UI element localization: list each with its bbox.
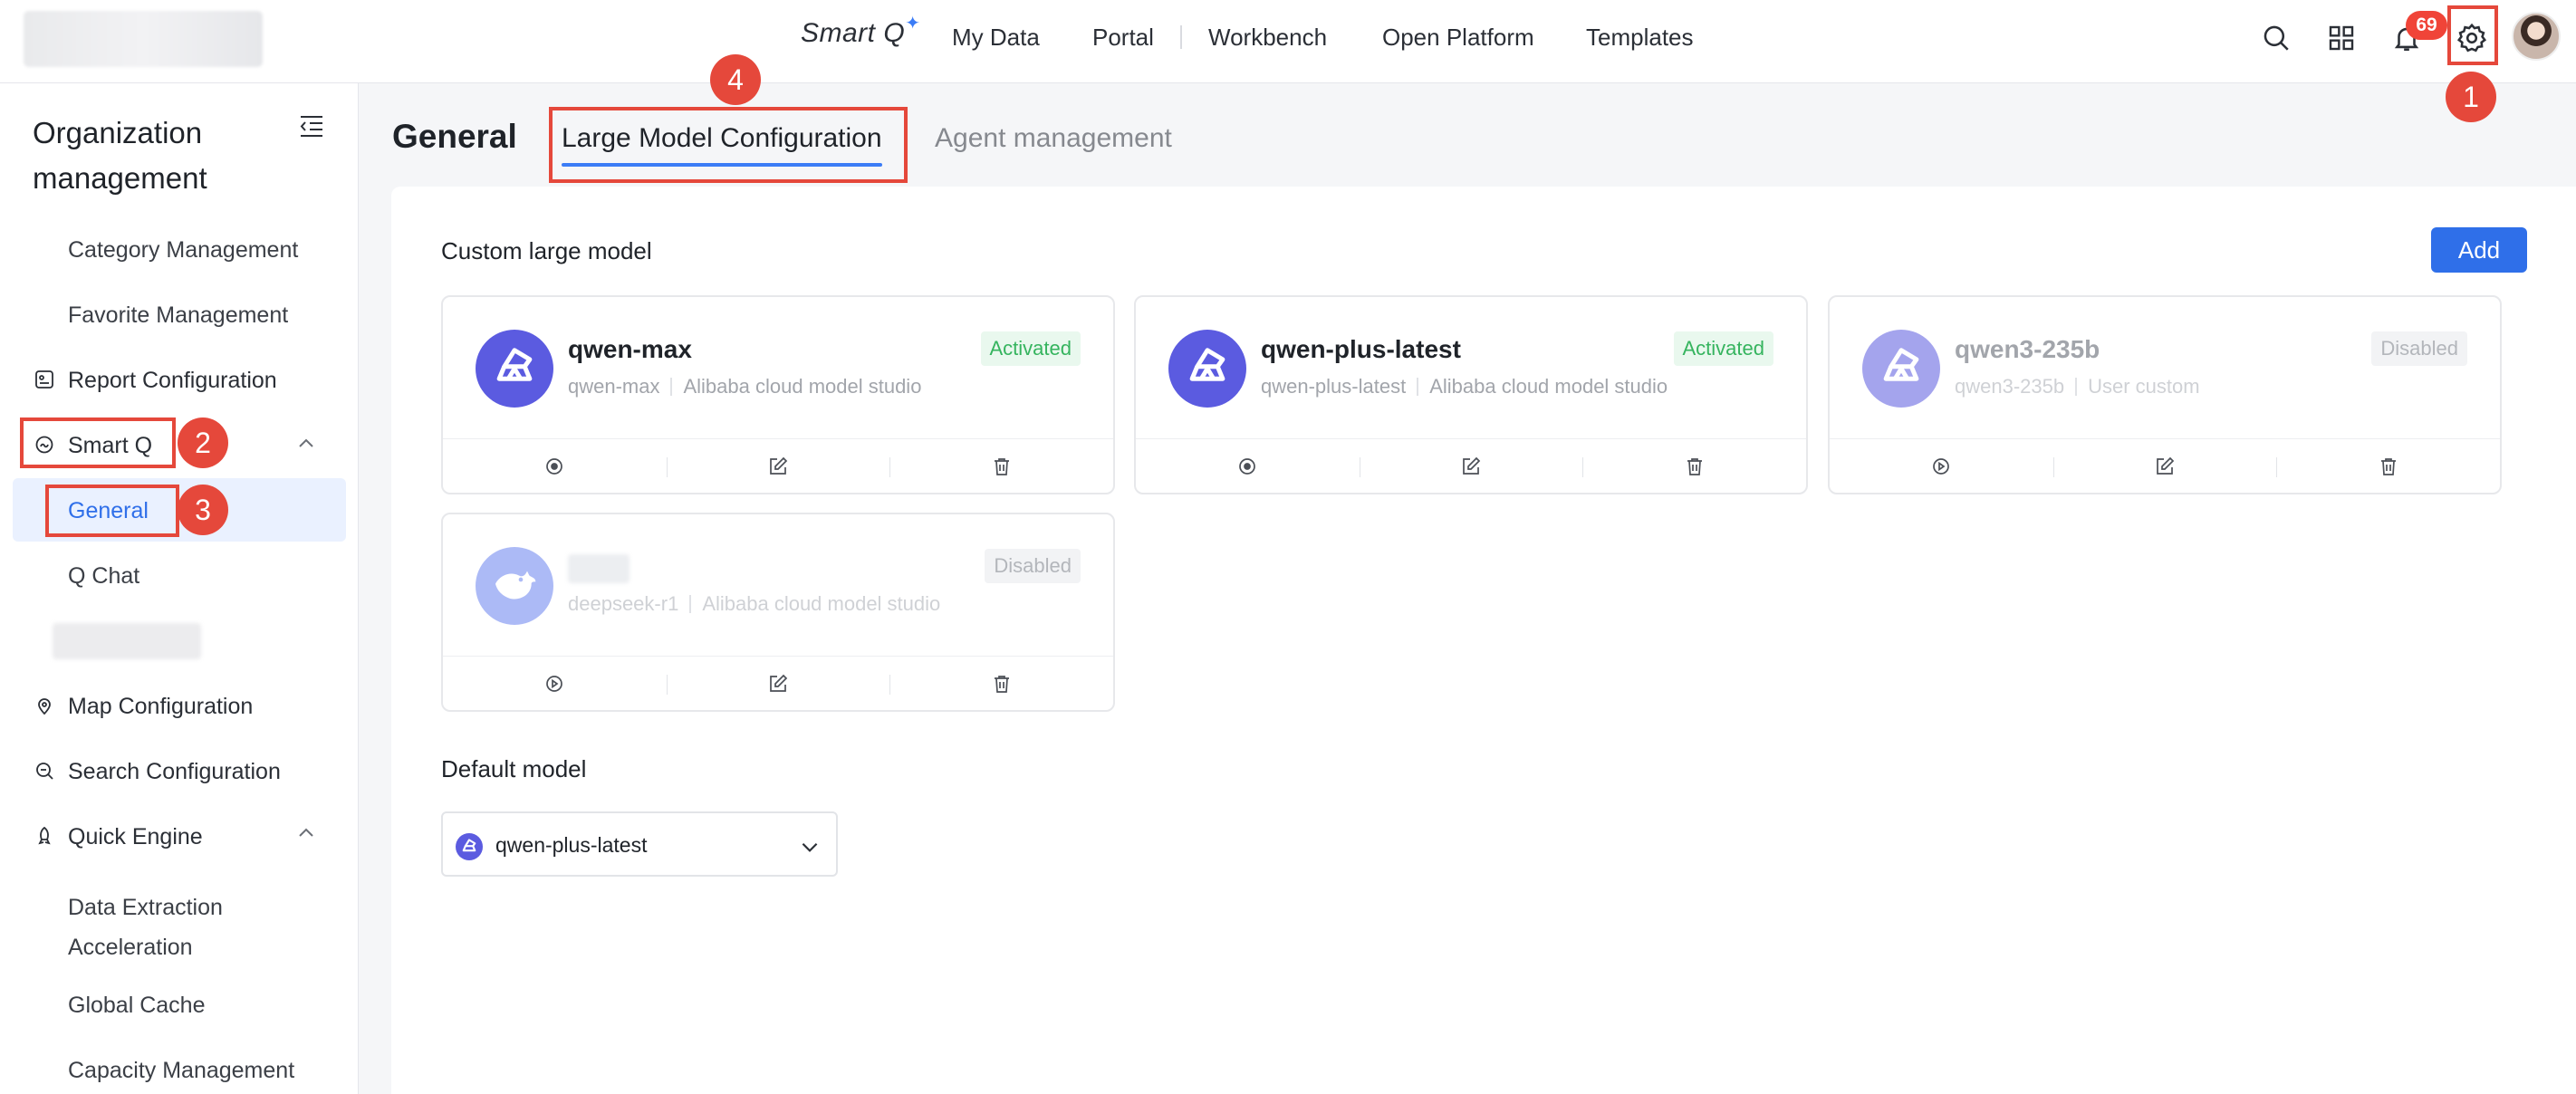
nav-my-data[interactable]: My Data xyxy=(952,24,1040,52)
sidebar-item-global-cache[interactable]: Global Cache xyxy=(68,993,205,1019)
sparkle-icon: ✦ xyxy=(905,14,921,34)
model-card: qwen-plus-latest qwen-plus-latest Alibaba… xyxy=(1134,295,1808,494)
model-provider: Alibaba cloud model studio xyxy=(683,375,922,398)
model-name: qwen3-235b xyxy=(1955,335,2100,363)
sidebar-item-search-configuration[interactable]: Search Configuration xyxy=(68,759,281,785)
sidebar-item-data-extraction-acceleration[interactable]: Data Extraction Acceleration xyxy=(68,888,294,967)
chevron-down-icon[interactable] xyxy=(798,835,822,863)
chevron-up-icon[interactable] xyxy=(295,433,317,455)
annotation-marker-2: 2 xyxy=(178,417,228,468)
nav-portal[interactable]: Portal xyxy=(1092,24,1154,52)
collapse-sidebar-icon[interactable] xyxy=(299,114,324,142)
sidebar-item-map-configuration[interactable]: Map Configuration xyxy=(68,694,253,720)
sidebar-item-capacity-management[interactable]: Capacity Management xyxy=(68,1058,294,1084)
model-card: deepseek-r1 Alibaba cloud model studio Di… xyxy=(441,513,1115,712)
model-card: qwen-max qwen-max Alibaba cloud model stu… xyxy=(441,295,1115,494)
chevron-up-icon[interactable] xyxy=(295,822,317,844)
model-id: deepseek-r1 xyxy=(568,592,679,615)
disable-toggle-icon[interactable] xyxy=(443,439,667,493)
model-name: qwen-max xyxy=(568,335,692,363)
card-actions xyxy=(443,656,1113,710)
model-meta: qwen-max Alibaba cloud model studio xyxy=(568,375,921,398)
sidebar-item-redacted[interactable] xyxy=(53,623,201,659)
qwen-logo-icon xyxy=(456,833,483,860)
model-id: qwen3-235b xyxy=(1955,375,2065,398)
annotation-marker-1: 1 xyxy=(2446,72,2496,122)
default-model-section-label: Default model xyxy=(441,755,587,782)
model-provider: Alibaba cloud model studio xyxy=(702,592,941,615)
sidebar-item-favorite-management[interactable]: Favorite Management xyxy=(68,302,288,329)
smart-q-brand[interactable]: Smart Q✦ xyxy=(801,14,920,49)
sidebar: Organization management Category Managem… xyxy=(0,83,359,1094)
sidebar-item-report-configuration[interactable]: Report Configuration xyxy=(68,368,277,394)
status-badge: Activated xyxy=(1673,331,1773,366)
enable-play-icon[interactable] xyxy=(443,657,667,710)
report-icon xyxy=(33,368,56,391)
annotation-box-tab xyxy=(549,107,908,183)
nav-templates[interactable]: Templates xyxy=(1586,24,1694,52)
nav-workbench[interactable]: Workbench xyxy=(1208,24,1327,52)
trash-icon[interactable] xyxy=(889,657,1113,710)
model-id: qwen-max xyxy=(568,375,660,398)
edit-icon[interactable] xyxy=(666,657,890,710)
status-badge: Disabled xyxy=(985,549,1081,583)
model-name-redacted xyxy=(568,554,630,583)
trash-icon[interactable] xyxy=(889,439,1113,493)
company-logo[interactable] xyxy=(24,11,263,67)
sidebar-title: Organization management xyxy=(33,116,207,195)
annotation-marker-4: 4 xyxy=(710,54,761,105)
annotation-box-settings xyxy=(2447,5,2498,65)
page-title: General xyxy=(392,118,517,155)
rocket-icon xyxy=(33,824,56,848)
card-actions xyxy=(443,438,1113,493)
model-name: qwen-plus-latest xyxy=(1261,335,1461,363)
model-meta: deepseek-r1 Alibaba cloud model studio xyxy=(568,592,940,616)
brand-text: Smart Q xyxy=(801,18,906,48)
top-bar: Smart Q✦ My Data Portal Workbench Open P… xyxy=(0,0,2576,83)
nav-open-platform[interactable]: Open Platform xyxy=(1382,24,1534,52)
enable-play-icon[interactable] xyxy=(1830,439,2053,493)
sidebar-item-q-chat[interactable]: Q Chat xyxy=(68,563,139,590)
qwen-logo-icon xyxy=(1168,330,1246,408)
trash-icon[interactable] xyxy=(2276,439,2500,493)
default-model-select[interactable]: qwen-plus-latest xyxy=(441,811,838,877)
trash-icon[interactable] xyxy=(1582,439,1806,493)
search-icon[interactable] xyxy=(2256,18,2296,58)
model-meta: qwen-plus-latest Alibaba cloud model stud… xyxy=(1261,375,1668,398)
model-provider: User custom xyxy=(2088,375,2200,398)
user-avatar[interactable] xyxy=(2512,12,2561,61)
apps-grid-icon[interactable] xyxy=(2321,18,2361,58)
edit-icon[interactable] xyxy=(1359,439,1583,493)
edit-icon[interactable] xyxy=(2052,439,2277,493)
default-model-value: qwen-plus-latest xyxy=(495,833,648,857)
custom-model-section-label: Custom large model xyxy=(441,237,652,264)
model-card: qwen3-235b qwen3-235b User custom Disable… xyxy=(1828,295,2502,494)
nav-divider xyxy=(1180,25,1182,49)
search-config-icon xyxy=(33,759,56,782)
annotation-box-smart-q xyxy=(20,417,176,468)
edit-icon[interactable] xyxy=(666,439,890,493)
card-actions xyxy=(1136,438,1806,493)
card-actions xyxy=(1830,438,2500,493)
sidebar-item-quick-engine[interactable]: Quick Engine xyxy=(68,824,203,850)
model-provider: Alibaba cloud model studio xyxy=(1429,375,1668,398)
tab-agent-management[interactable]: Agent management xyxy=(935,123,1172,154)
qwen-logo-icon xyxy=(1862,330,1940,408)
notification-badge: 69 xyxy=(2406,11,2447,40)
status-badge: Activated xyxy=(980,331,1081,366)
sidebar-item-category-management[interactable]: Category Management xyxy=(68,237,298,264)
model-id: qwen-plus-latest xyxy=(1261,375,1407,398)
map-icon xyxy=(33,694,56,717)
model-meta: qwen3-235b User custom xyxy=(1955,375,2200,398)
status-badge: Disabled xyxy=(2371,331,2467,366)
annotation-box-general xyxy=(45,485,179,537)
annotation-marker-3: 3 xyxy=(178,485,228,535)
disable-toggle-icon[interactable] xyxy=(1136,439,1360,493)
deepseek-logo-icon xyxy=(476,547,553,625)
qwen-logo-icon xyxy=(476,330,553,408)
add-model-button[interactable]: Add xyxy=(2431,227,2527,273)
